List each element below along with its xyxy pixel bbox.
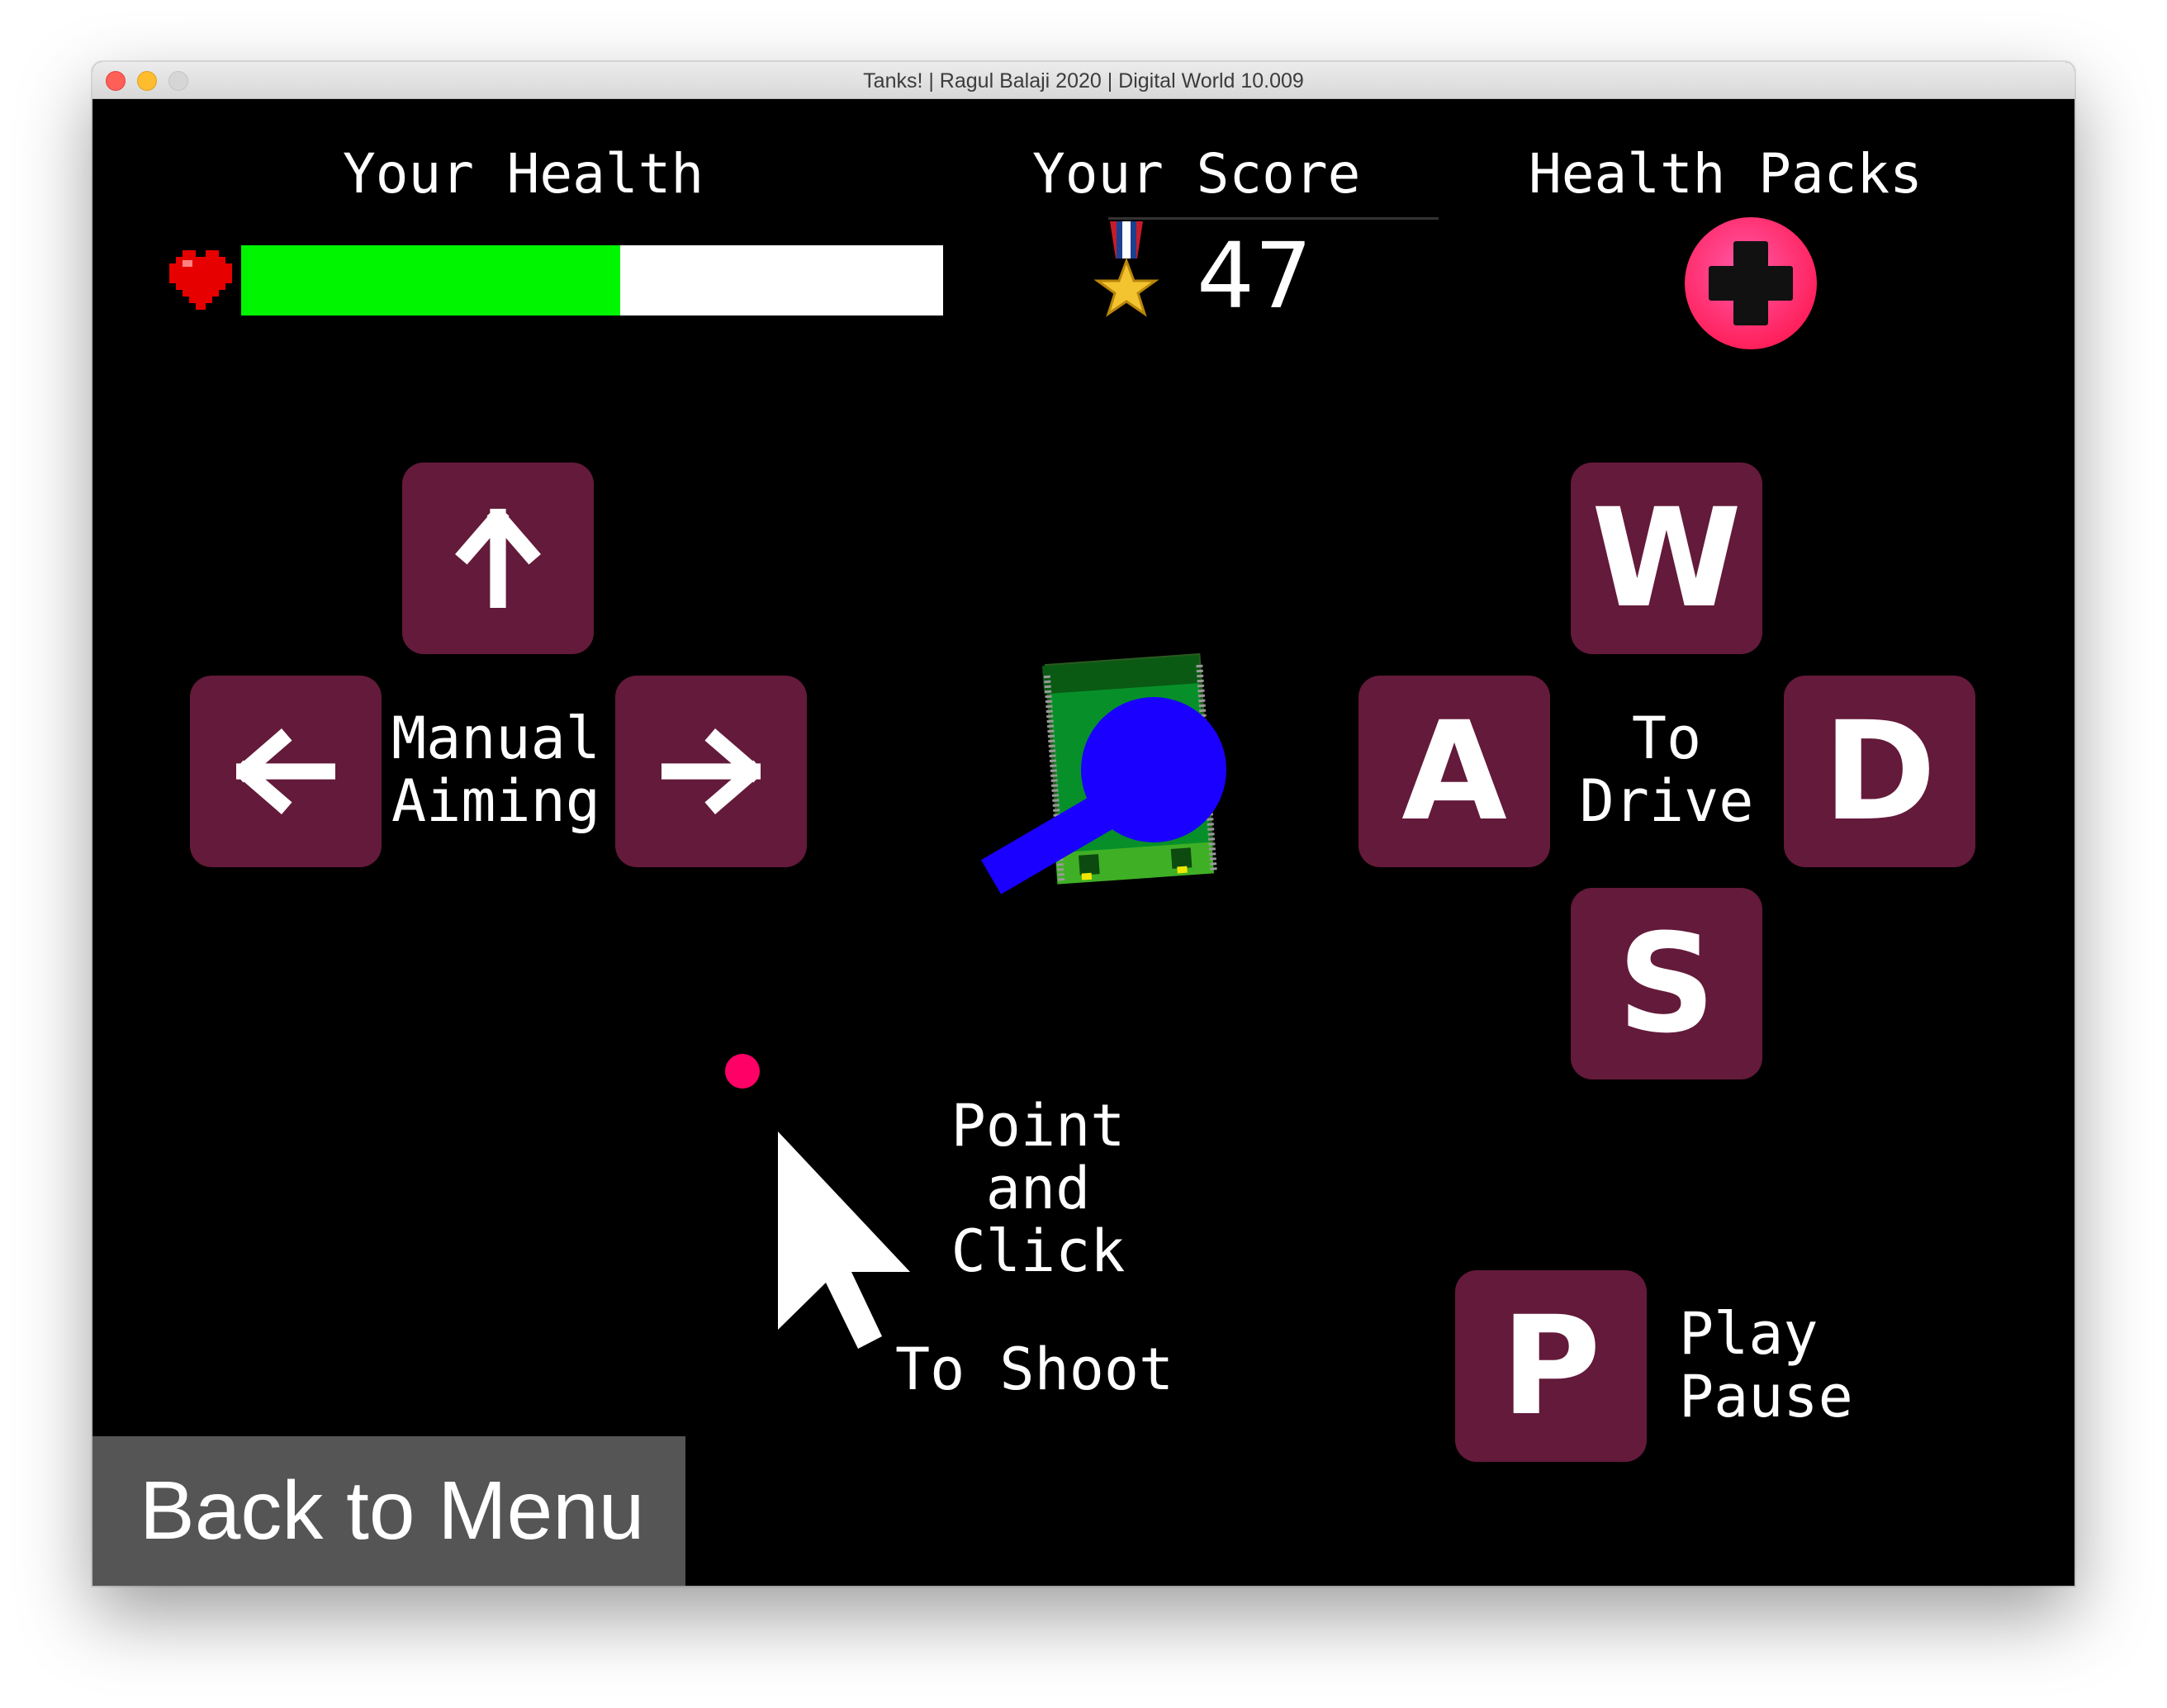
key-d: D <box>1784 676 1975 867</box>
pause-label-line1: Play <box>1679 1300 1818 1368</box>
game-canvas[interactable]: Your Health Your Score 47 Health Packs M… <box>92 99 2075 1586</box>
mouse-cursor-icon <box>778 1132 910 1349</box>
aim-label-line1: Manual <box>391 705 600 772</box>
drive-label-line1: To <box>1631 705 1702 772</box>
score-value: 47 <box>1197 223 1312 329</box>
key-s: S <box>1571 888 1762 1079</box>
drive-label-line2: Drive <box>1579 767 1754 835</box>
drive-label: To Drive <box>1576 707 1757 833</box>
health-bar <box>241 245 943 316</box>
arrow-right-icon <box>661 728 761 814</box>
title-bar: Tanks! | Ragul Balaji 2020 | Digital Wor… <box>92 62 2075 99</box>
aim-crosshair <box>725 1054 760 1089</box>
key-p: P <box>1455 1270 1647 1462</box>
aim-left-key <box>190 676 382 867</box>
health-pack-icon <box>1685 217 1817 349</box>
health-label: Your Health <box>343 142 704 206</box>
medal-icon <box>1093 221 1159 317</box>
shoot-label: Point and Click <box>935 1094 1141 1283</box>
aim-label-line2: Aiming <box>391 767 600 835</box>
back-to-menu-button[interactable]: Back to Menu <box>92 1436 685 1586</box>
shoot-label-line1: Point <box>951 1092 1126 1160</box>
arrow-up-icon <box>455 509 541 608</box>
heart-icon <box>169 250 232 310</box>
health-packs-label: Health Packs <box>1529 142 1923 206</box>
player-tank <box>980 652 1226 894</box>
shoot-label-line2: and <box>985 1155 1091 1222</box>
health-bar-fill <box>241 245 620 316</box>
pause-label: Play Pause <box>1679 1302 1853 1428</box>
shoot-label-line3: Click <box>951 1217 1126 1285</box>
game-window: Tanks! | Ragul Balaji 2020 | Digital Wor… <box>92 62 2075 1586</box>
key-w: W <box>1571 463 1762 654</box>
score-label: Your Score <box>1032 142 1361 206</box>
aim-up-key <box>402 463 594 654</box>
key-a: A <box>1359 676 1550 867</box>
aim-right-key <box>615 676 807 867</box>
shoot-label-line4: To Shoot <box>895 1336 1174 1403</box>
score-underline <box>1108 217 1439 220</box>
window-title: Tanks! | Ragul Balaji 2020 | Digital Wor… <box>863 69 1304 93</box>
pause-label-line2: Pause <box>1679 1363 1853 1430</box>
arrow-left-icon <box>236 728 335 814</box>
aim-label: Manual Aiming <box>391 707 600 833</box>
